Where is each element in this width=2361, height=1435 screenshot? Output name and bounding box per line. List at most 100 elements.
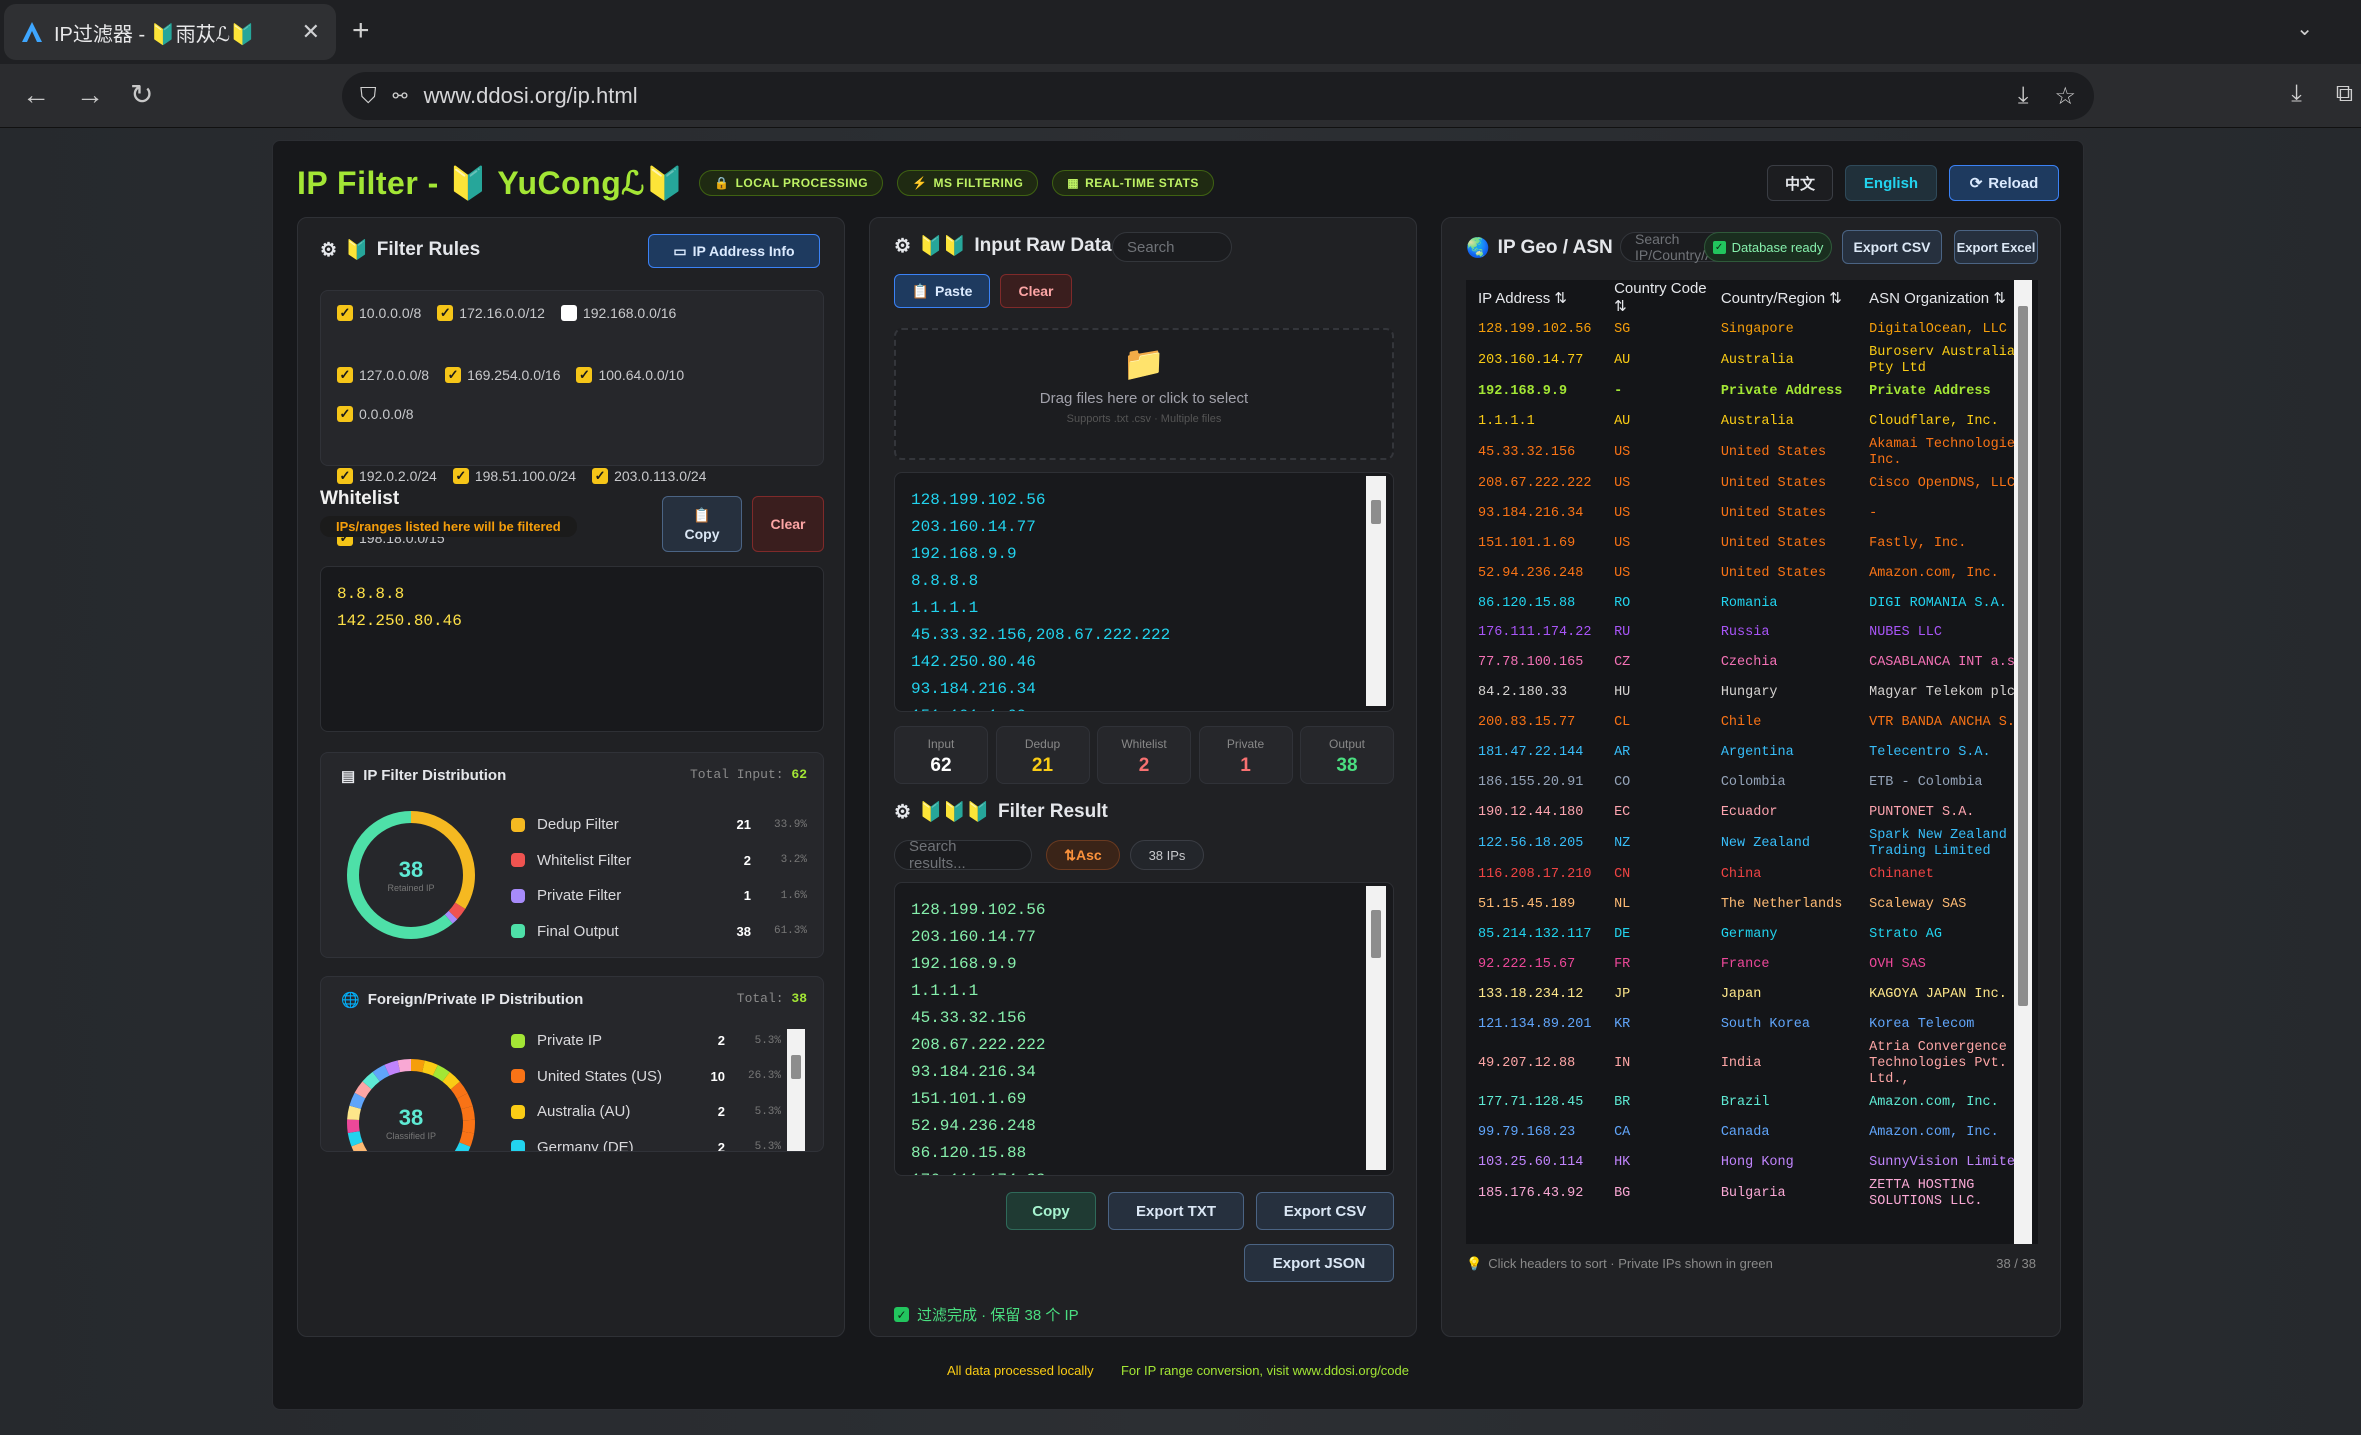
- range-checkbox[interactable]: 192.168.0.0/16: [560, 305, 676, 321]
- checkbox-icon[interactable]: ✓: [337, 305, 353, 321]
- tab-close-icon[interactable]: ✕: [302, 19, 320, 45]
- range-checkbox[interactable]: ✓ 169.254.0.0/16: [445, 367, 560, 383]
- whitelist-textarea[interactable]: 8.8.8.8 142.250.80.46: [320, 566, 824, 732]
- new-tab-icon[interactable]: +: [352, 16, 370, 46]
- table-row[interactable]: 177.71.128.45 BR Brazil Amazon.com, Inc.: [1466, 1088, 2038, 1118]
- column-header[interactable]: IP Address ⇅: [1466, 280, 1603, 315]
- result-textarea[interactable]: 128.199.102.56 203.160.14.77 192.168.9.9 1.…: [894, 882, 1394, 1176]
- range-checkbox[interactable]: ✓ 172.16.0.0/12: [437, 305, 545, 321]
- table-row[interactable]: 121.134.89.201 KR South Korea Korea Telecom: [1466, 1010, 2038, 1040]
- ip-info-button[interactable]: ▭ IP Address Info: [648, 234, 820, 268]
- table-row[interactable]: 203.160.14.77 AU Australia Buroserv Austral…: [1466, 345, 2038, 377]
- table-row[interactable]: 45.33.32.156 US United States Akamai Techno…: [1466, 437, 2038, 469]
- column-header[interactable]: Country Code ⇅: [1602, 280, 1709, 315]
- table-row[interactable]: 192.168.9.9 - Private Address Private Addre…: [1466, 377, 2038, 407]
- foreign-scrollbar[interactable]: [787, 1029, 805, 1151]
- downloads-icon[interactable]: ⤓: [2291, 80, 2302, 108]
- range-checkbox[interactable]: ✓ 10.0.0.0/8: [337, 305, 421, 321]
- input-clear-button[interactable]: Clear: [1000, 274, 1072, 308]
- table-row[interactable]: 200.83.15.77 CL Chile VTR BANDA ANCHA S.A.: [1466, 708, 2038, 738]
- table-row[interactable]: 185.176.43.92 BG Bulgaria ZETTA HOSTING SOL…: [1466, 1178, 2038, 1210]
- table-row[interactable]: 92.222.15.67 FR France OVH SAS: [1466, 950, 2038, 980]
- table-row[interactable]: 77.78.100.165 CZ Czechia CASABLANCA INT a.s…: [1466, 648, 2038, 678]
- table-row[interactable]: 85.214.132.117 DE Germany Strato AG: [1466, 920, 2038, 950]
- checkbox-icon[interactable]: ✓: [337, 468, 353, 484]
- raw-input-textarea[interactable]: 128.199.102.56 203.160.14.77 192.168.9.9 8.…: [894, 472, 1394, 712]
- table-row[interactable]: 116.208.17.210 CN China Chinanet: [1466, 860, 2038, 890]
- install-app-icon[interactable]: ⤓: [2018, 82, 2029, 111]
- extensions-icon[interactable]: ⧉: [2336, 80, 2353, 108]
- range-checkbox[interactable]: ✓ 0.0.0.0/8: [337, 406, 414, 422]
- export-json-button[interactable]: Export JSON: [1244, 1244, 1394, 1282]
- checkbox-icon[interactable]: ✓: [337, 367, 353, 383]
- table-row[interactable]: 84.2.180.33 HU Hungary Magyar Telekom plc.: [1466, 678, 2038, 708]
- reload-browser-icon[interactable]: ↻: [130, 78, 153, 112]
- range-checkbox[interactable]: ✓ 192.0.2.0/24: [337, 468, 437, 484]
- table-row[interactable]: 103.25.60.114 HK Hong Kong SunnyVision Limi…: [1466, 1148, 2038, 1178]
- table-row[interactable]: 133.18.234.12 JP Japan KAGOYA JAPAN Inc.: [1466, 980, 2038, 1010]
- table-row[interactable]: 49.207.12.88 IN India Atria Convergence Tec…: [1466, 1040, 2038, 1088]
- table-row[interactable]: 128.199.102.56 SG Singapore DigitalOcean, L…: [1466, 315, 2038, 345]
- reload-button[interactable]: ⟳ Reload: [1949, 165, 2059, 201]
- checkbox-icon[interactable]: ✓: [437, 305, 454, 321]
- input-scrollbar[interactable]: [1366, 476, 1386, 706]
- range-checkbox[interactable]: ✓ 198.51.100.0/24: [452, 468, 576, 484]
- paste-button[interactable]: 📋 Paste: [894, 274, 990, 308]
- checkbox-icon[interactable]: ✓: [445, 367, 462, 383]
- checkbox-icon[interactable]: ✓: [592, 468, 609, 484]
- checkbox-icon[interactable]: [560, 305, 577, 321]
- column-header[interactable]: Country/Region ⇅: [1708, 280, 1858, 315]
- table-row[interactable]: 208.67.222.222 US United States Cisco OpenD…: [1466, 469, 2038, 499]
- foreign-scroll-thumb[interactable]: [791, 1055, 801, 1079]
- table-row[interactable]: 51.15.45.189 NL The Netherlands Scaleway SA…: [1466, 890, 2038, 920]
- whitelist-clear-button[interactable]: Clear: [752, 496, 824, 552]
- geo-scroll-thumb[interactable]: [2018, 306, 2028, 1006]
- range-checkbox[interactable]: ✓ 100.64.0.0/10: [576, 367, 684, 383]
- export-txt-button[interactable]: Export TXT: [1108, 1192, 1244, 1230]
- whitelist-copy-button[interactable]: 📋 Copy: [662, 496, 742, 552]
- geo-scrollbar[interactable]: [2014, 280, 2032, 1244]
- site-settings-icon[interactable]: ⚯: [393, 86, 408, 107]
- geo-export-csv-button[interactable]: Export CSV: [1842, 230, 1942, 264]
- input-scroll-thumb[interactable]: [1371, 500, 1381, 524]
- shield-icon[interactable]: ⛉: [360, 83, 377, 109]
- table-row[interactable]: 186.155.20.91 CO Colombia ETB - Colombia: [1466, 768, 2038, 798]
- table-cell-asn: Amazon.com, Inc.: [1869, 565, 1999, 581]
- table-row[interactable]: 151.101.1.69 US United States Fastly, Inc.: [1466, 529, 2038, 559]
- input-search[interactable]: Search: [1112, 232, 1232, 262]
- checkbox-icon[interactable]: ✓: [576, 367, 593, 383]
- bookmark-star-icon[interactable]: ☆: [2054, 82, 2076, 111]
- browser-tab[interactable]: IP过滤器 - 🔰雨苁ℒ🔰 ✕: [4, 4, 336, 60]
- table-row[interactable]: 176.111.174.22 RU Russia NUBES LLC: [1466, 619, 2038, 649]
- table-row[interactable]: 52.94.236.248 US United States Amazon.com, …: [1466, 559, 2038, 589]
- footer-link[interactable]: For IP range conversion, visit www.ddosi…: [1121, 1363, 1409, 1378]
- range-checkbox[interactable]: ✓ 203.0.113.0/24: [592, 468, 706, 484]
- result-scrollbar[interactable]: [1366, 886, 1386, 1170]
- result-search[interactable]: Search results...: [894, 838, 1032, 872]
- table-row[interactable]: 86.120.15.88 RO Romania DIGI ROMANIA S.A.: [1466, 589, 2038, 619]
- table-row[interactable]: 122.56.18.205 NZ New Zealand Spark New Zeal…: [1466, 828, 2038, 860]
- range-checkbox[interactable]: ✓ 127.0.0.0/8: [337, 367, 429, 383]
- table-row[interactable]: 1.1.1.1 AU Australia Cloudflare, Inc.: [1466, 407, 2038, 437]
- tab-list-chevron-icon[interactable]: ⌄: [2296, 16, 2313, 41]
- url-text[interactable]: www.ddosi.org/ip.html: [424, 83, 638, 109]
- table-row[interactable]: 99.79.168.23 CA Canada Amazon.com, Inc.: [1466, 1118, 2038, 1148]
- checkbox-icon[interactable]: ✓: [337, 406, 353, 422]
- checkbox-icon[interactable]: ✓: [452, 468, 469, 484]
- column-header[interactable]: ASN Organization ⇅: [1857, 280, 2038, 315]
- export-excel-button[interactable]: Export Excel: [1954, 230, 2038, 264]
- table-row[interactable]: 181.47.22.144 AR Argentina Telecentro S.A.: [1466, 738, 2038, 768]
- address-bar[interactable]: ⛉ ⚯ www.ddosi.org/ip.html ⤓ ☆: [342, 72, 2094, 120]
- file-drop-zone[interactable]: 📁 Drag files here or click to select Sup…: [894, 328, 1394, 460]
- back-icon[interactable]: ←: [22, 78, 50, 112]
- lang-zh-button[interactable]: 中文: [1767, 165, 1833, 201]
- table-cell-asn: -: [1869, 505, 1878, 521]
- result-copy-button[interactable]: Copy: [1006, 1192, 1096, 1230]
- forward-icon[interactable]: →: [76, 78, 104, 112]
- table-row[interactable]: 190.12.44.180 EC Ecuador PUNTONET S.A.: [1466, 798, 2038, 828]
- table-row[interactable]: 93.184.216.34 US United States -: [1466, 499, 2038, 529]
- sort-toggle[interactable]: ⇅Asc: [1046, 840, 1120, 870]
- export-csv-button[interactable]: Export CSV: [1256, 1192, 1394, 1230]
- lang-en-button[interactable]: English: [1845, 165, 1937, 201]
- result-scroll-thumb[interactable]: [1371, 910, 1381, 958]
